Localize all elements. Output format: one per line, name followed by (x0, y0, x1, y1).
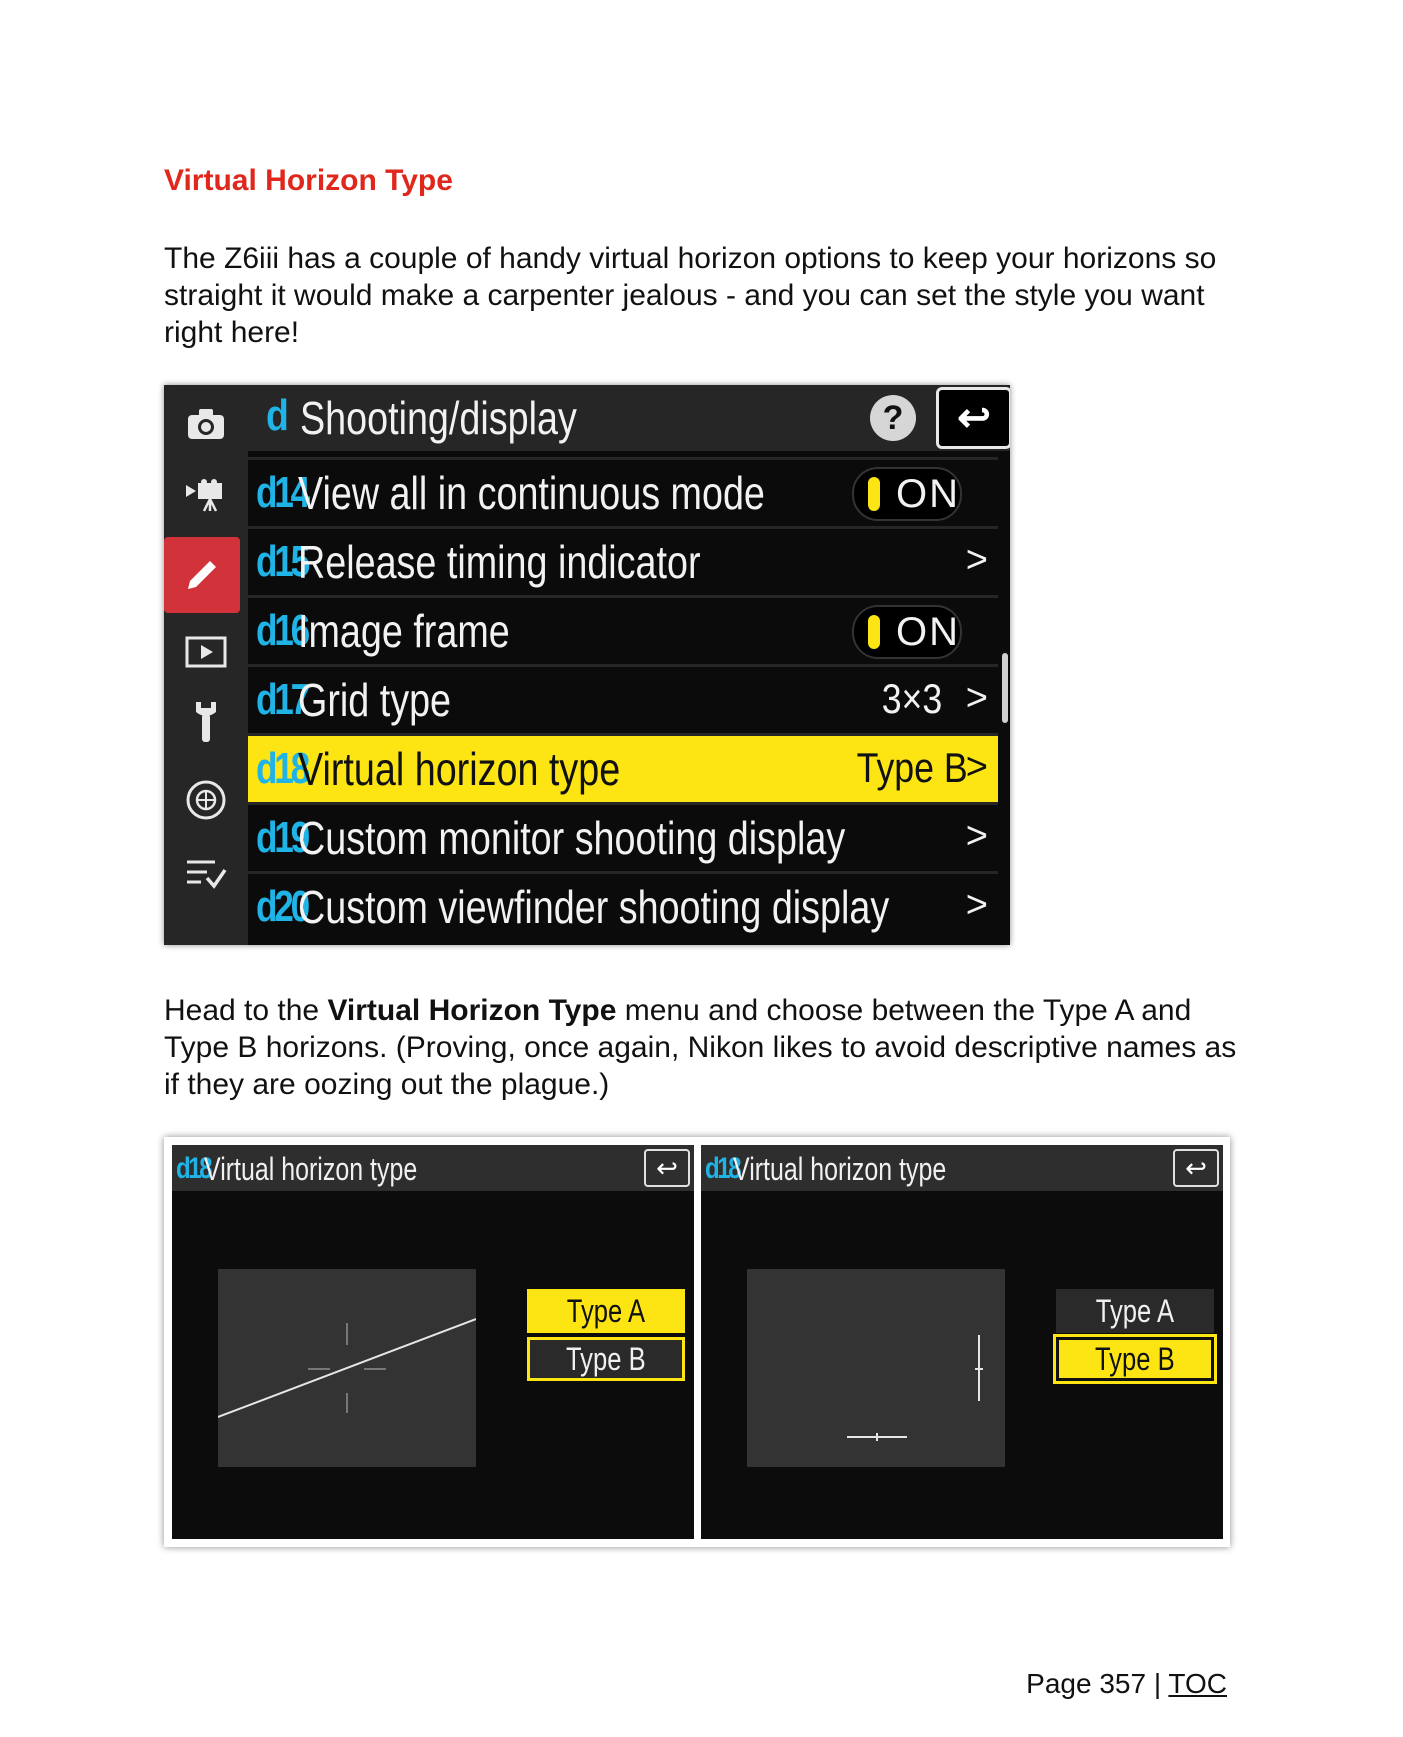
menu-row-d16: d16 Image frame ON (248, 595, 998, 664)
toggle-text: ON (896, 609, 960, 654)
wrench-icon (164, 691, 248, 753)
back-icon: ↩ (644, 1149, 690, 1187)
menu-row-d20: d20 Custom viewfinder shooting display > (248, 871, 998, 940)
camera-menu-screenshot: d Shooting/display ? ↩ d14 View all in c… (164, 385, 1010, 945)
option-type-b[interactable]: Type B (1053, 1334, 1217, 1384)
page-footer: Page 357 | TOC (1026, 1668, 1227, 1700)
my-menu-icon (164, 843, 248, 905)
chevron-right-icon: > (965, 677, 988, 719)
movie-icon (164, 465, 248, 527)
option-label: Type A (1095, 1292, 1175, 1329)
option-label: Type B (1095, 1340, 1175, 1377)
menu-row-d18: d18 Virtual horizon type Type B > (248, 733, 998, 802)
back-icon: ↩ (1173, 1149, 1219, 1187)
type-options: Type A Type B (1053, 1289, 1217, 1385)
toggle-switch: ON (852, 605, 962, 659)
camera-sidebar (164, 385, 248, 945)
network-icon (164, 769, 248, 831)
pencil-icon (164, 537, 240, 613)
option-label: Type A (566, 1292, 646, 1329)
page-number: Page 357 | (1026, 1668, 1169, 1699)
type-a-panel: d18 Virtual horizon type ↩ Type A Type B (172, 1145, 694, 1539)
row-label: Release timing indicator (298, 536, 701, 588)
menu-title: Shooting/display (300, 392, 577, 444)
body-text-before: Head to the (164, 994, 328, 1027)
menu-letter: d (266, 391, 289, 440)
back-icon: ↩ (936, 387, 1010, 449)
intro-paragraph: The Z6iii has a couple of handy virtual … (164, 242, 1217, 349)
chevron-right-icon: > (965, 746, 988, 788)
type-options: Type A Type B (527, 1289, 685, 1385)
horizon-type-screenshots: d18 Virtual horizon type ↩ Type A Type B… (164, 1137, 1230, 1547)
row-value: Type B (856, 744, 968, 791)
toggle-knob (868, 477, 880, 511)
option-type-a[interactable]: Type A (1056, 1289, 1214, 1333)
row-label: View all in continuous mode (298, 467, 765, 519)
option-type-a[interactable]: Type A (527, 1289, 685, 1333)
row-value: 3×3 (881, 675, 942, 722)
panel-title: Virtual horizon type (733, 1151, 947, 1187)
panel-header: d18 Virtual horizon type ↩ (172, 1145, 694, 1191)
panel-header: d18 Virtual horizon type ↩ (701, 1145, 1223, 1191)
row-label: Virtual horizon type (298, 743, 621, 795)
toggle-knob (868, 615, 880, 649)
help-icon: ? (870, 395, 916, 441)
playback-icon (164, 621, 248, 683)
menu-row-d15: d15 Release timing indicator > (248, 526, 998, 595)
camera-icon (164, 393, 248, 455)
menu-row-d19: d19 Custom monitor shooting display > (248, 802, 998, 871)
menu-scrollbar (1002, 653, 1008, 723)
option-type-b[interactable]: Type B (527, 1337, 685, 1381)
section-heading: Virtual Horizon Type (164, 164, 453, 197)
body-paragraph: Head to the Virtual Horizon Type menu an… (164, 992, 1244, 1103)
panel-title: Virtual horizon type (204, 1151, 418, 1187)
horizon-preview-type-b (747, 1269, 1005, 1467)
row-label: Custom viewfinder shooting display (298, 881, 890, 933)
chevron-right-icon: > (965, 884, 988, 926)
toggle-text: ON (896, 471, 960, 516)
menu-row-d14: d14 View all in continuous mode ON (248, 457, 998, 526)
row-label: Grid type (298, 674, 452, 726)
toggle-switch: ON (852, 467, 962, 521)
menu-row-d17: d17 Grid type 3×3 > (248, 664, 998, 733)
row-label: Custom monitor shooting display (298, 812, 846, 864)
toc-link[interactable]: TOC (1168, 1668, 1227, 1699)
horizon-preview-type-a (217, 1269, 477, 1467)
chevron-right-icon: > (965, 815, 988, 857)
body-text-bold: Virtual Horizon Type (327, 994, 617, 1027)
chevron-right-icon: > (965, 539, 988, 581)
row-label: Image frame (298, 605, 510, 657)
option-label: Type B (566, 1340, 646, 1377)
type-b-panel: d18 Virtual horizon type ↩ Type A Type B (701, 1145, 1223, 1539)
